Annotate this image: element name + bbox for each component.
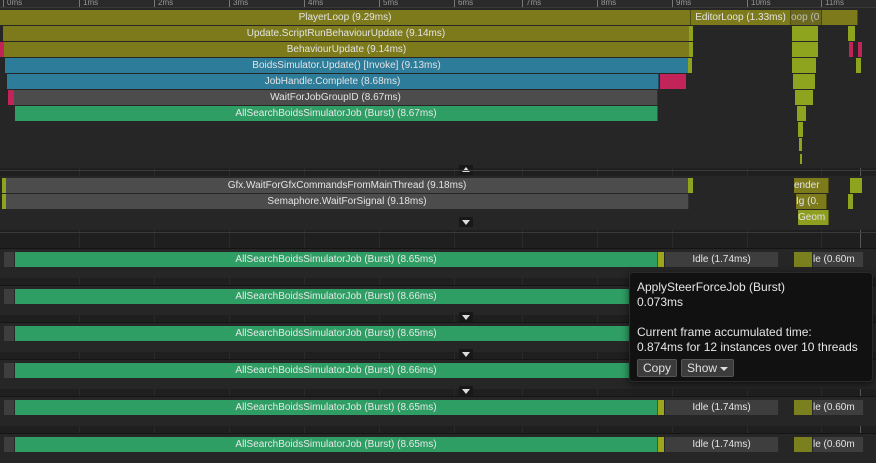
sliver [4,400,14,415]
sliver [794,252,812,267]
expand-down-icon[interactable] [459,349,473,359]
sliver [658,400,664,415]
ruler-tick: 7ms [522,0,541,7]
ruler-tick: 6ms [454,0,473,7]
player-loop-bar[interactable]: PlayerLoop (9.29ms) [0,10,691,25]
sliver [792,26,818,41]
track-separator [0,170,876,171]
worker-job-bar[interactable]: AllSearchBoidsSimulatorJob (Burst) (8.65… [15,437,658,452]
sliver [798,122,803,137]
sliver [858,42,862,57]
sliver [792,58,816,73]
worker-thread-track: AllSearchBoidsSimulatorJob (Burst) (8.65… [0,433,876,463]
behaviour-update-bar[interactable]: BehaviourUpdate (9.14ms) [4,42,690,57]
time-ruler[interactable]: 0ms 1ms 2ms 3ms 4ms 5ms 6ms 7ms 8ms 9ms … [0,0,876,8]
expand-down-icon[interactable] [459,386,473,396]
show-button-label: Show [687,361,718,375]
main-thread-track: PlayerLoop (9.29ms) EditorLoop (1.33ms) … [0,8,876,175]
sliver [850,178,862,193]
ruler-tick: 2ms [154,0,173,7]
show-button[interactable]: Show [681,359,735,377]
sliver [689,26,693,41]
sliver [797,106,806,121]
worker-idle-bar[interactable]: Idle (1.74ms) [665,252,779,267]
tooltip-sample-duration: 0.073ms [637,295,684,309]
editor-loop-bar[interactable]: EditorLoop (1.33ms) [691,10,791,25]
sliver [799,138,802,151]
worker-job-bar[interactable]: AllSearchBoidsSimulatorJob (Burst) (8.65… [15,400,658,415]
sliver [793,74,815,89]
chevron-down-icon [720,366,729,371]
sliver [688,58,692,73]
tooltip-actions: Copy Show [637,359,865,377]
gfx-wait-bar[interactable]: Gfx.WaitForGfxCommandsFromMainThread (9.… [6,178,689,193]
sliver [792,42,818,57]
ruler-tick: 5ms [379,0,398,7]
script-run-update-bar[interactable]: Update.ScriptRunBehaviourUpdate (9.14ms) [3,26,690,41]
ruler-tick: 11ms [821,0,844,7]
worker-job-bar[interactable]: AllSearchBoidsSimulatorJob (Burst) (8.65… [15,326,658,341]
editor-loop-trunc-bar[interactable]: oop (0 [791,10,822,25]
expand-down-icon[interactable] [459,312,473,322]
sliver [658,437,664,452]
track-separator [0,232,876,233]
main-misc-bar[interactable] [822,10,858,25]
tooltip-sample-name: ApplySteerForceJob (Burst) [637,280,786,294]
ruler-tick: 9ms [672,0,691,7]
sliver [848,194,853,209]
semaphore-wait-bar[interactable]: Semaphore.WaitForSignal (9.18ms) [6,194,689,209]
sliver [795,90,813,105]
expand-down-icon[interactable] [459,217,473,227]
sliver [848,26,855,41]
worker-idle2-bar[interactable]: le (0.60m [813,437,864,452]
ig-trunc-bar[interactable]: Ig (0. [796,194,827,209]
geom-trunc-bar[interactable]: Geom [798,210,829,225]
worker-idle2-bar[interactable]: le (0.60m [813,400,864,415]
sliver [688,178,693,193]
sliver [658,252,664,267]
render-trunc-bar[interactable]: ender [794,178,829,193]
sliver [689,42,693,57]
sliver [849,42,853,57]
sample-tooltip: ApplySteerForceJob (Burst) 0.073ms Curre… [629,272,873,382]
sliver [4,437,14,452]
sliver [4,252,14,267]
search-job-bar[interactable]: AllSearchBoidsSimulatorJob (Burst) (8.67… [15,106,658,121]
sliver [4,326,14,341]
worker-idle-bar[interactable]: Idle (1.74ms) [665,437,779,452]
worker-thread-track: AllSearchBoidsSimulatorJob (Burst) (8.65… [0,396,876,426]
ruler-tick: 1ms [79,0,98,7]
job-handle-complete-bar[interactable]: JobHandle.Complete (8.68ms) [7,74,659,89]
wait-for-job-bar[interactable]: WaitForJobGroupID (8.67ms) [14,90,658,105]
sliver [856,58,861,73]
worker-job-bar[interactable]: AllSearchBoidsSimulatorJob (Burst) (8.65… [15,252,658,267]
sliver [4,363,14,378]
worker-idle2-bar[interactable]: le (0.60m [813,252,864,267]
worker-job-bar[interactable]: AllSearchBoidsSimulatorJob (Burst) (8.66… [15,363,658,378]
tooltip-accum-value: 0.874ms for 12 instances over 10 threads [637,340,858,354]
worker-job-bar[interactable]: AllSearchBoidsSimulatorJob (Burst) (8.66… [15,289,658,304]
render-thread-track: Gfx.WaitForGfxCommandsFromMainThread (9.… [0,176,876,230]
sliver [800,154,802,164]
sliver [4,289,14,304]
sliver [794,400,812,415]
boids-update-bar[interactable]: BoidsSimulator.Update() [Invoke] (9.13ms… [5,58,689,73]
copy-button[interactable]: Copy [637,359,678,377]
sliver [660,74,686,89]
worker-idle-bar[interactable]: Idle (1.74ms) [665,400,779,415]
ruler-tick: 3ms [229,0,248,7]
tooltip-accum-label: Current frame accumulated time: [637,325,812,339]
ruler-tick: 10ms [747,0,771,7]
ruler-tick: 8ms [597,0,616,7]
ruler-tick: 0ms [3,0,22,7]
ruler-tick: 4ms [304,0,323,7]
sliver [794,437,812,452]
